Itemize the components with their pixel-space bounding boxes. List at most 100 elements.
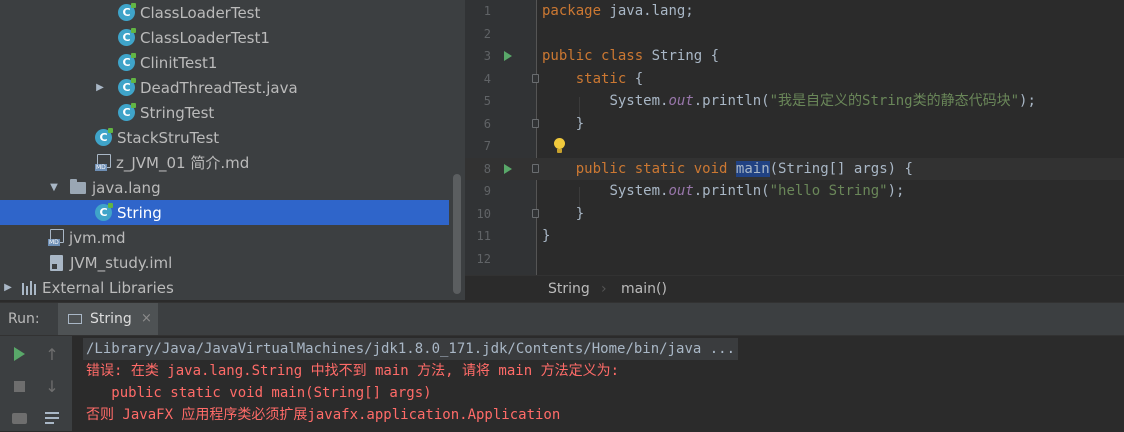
- expand-arrow-icon[interactable]: ▶: [2, 282, 14, 293]
- code-line[interactable]: 1 package java.lang;: [465, 0, 1124, 23]
- line-number: 1: [483, 4, 491, 18]
- console-command-line[interactable]: /Library/Java/JavaVirtualMachines/jdk1.8…: [83, 338, 739, 360]
- line-number: 12: [476, 251, 491, 266]
- console-output[interactable]: /Library/Java/JavaVirtualMachines/jdk1.8…: [72, 336, 1124, 431]
- code-token: );: [887, 183, 905, 199]
- code-line[interactable]: 6 }: [465, 113, 1124, 136]
- console-error-line: 否则 JavaFX 应用程序类必须扩展javafx.application.Ap…: [86, 407, 561, 423]
- ide-window: C ClassLoaderTest C ClassLoaderTest1 C C…: [0, 0, 1124, 431]
- line-number: 10: [476, 206, 491, 221]
- breadcrumb-item-class[interactable]: String: [548, 281, 590, 297]
- tree-item-label: String: [117, 203, 162, 222]
- scroll-up-button[interactable]: ↑: [40, 342, 64, 366]
- java-class-icon: C: [118, 103, 136, 121]
- tree-item-label: ClinitTest1: [140, 53, 218, 72]
- library-icon: [22, 280, 36, 295]
- tree-item-label: jvm.md: [69, 228, 126, 247]
- keyword: public: [575, 160, 627, 177]
- code-token: }: [575, 115, 585, 132]
- code-line[interactable]: 9 System.out.println("hello String");: [465, 180, 1124, 203]
- camera-icon: [11, 412, 27, 424]
- tree-item-stackstrutest[interactable]: C StackStruTest: [0, 125, 449, 150]
- fold-icon[interactable]: [532, 208, 539, 218]
- tree-item-classloadertest1[interactable]: C ClassLoaderTest1: [0, 25, 449, 50]
- line-number: 2: [483, 26, 491, 41]
- soft-wrap-button[interactable]: [40, 406, 64, 430]
- expand-arrow-icon[interactable]: ▶: [94, 82, 106, 93]
- java-class-icon: C: [118, 78, 136, 96]
- run-tab[interactable]: String ×: [58, 303, 158, 335]
- tree-item-label: DeadThreadTest.java: [140, 78, 298, 97]
- code-text: public class String {: [542, 45, 719, 68]
- string-literal: "我是自定义的String类的静态代码块": [769, 93, 1020, 109]
- code-line[interactable]: 3 public class String {: [465, 45, 1124, 68]
- lightbulb-icon[interactable]: [554, 138, 565, 153]
- code-token: .println(: [693, 183, 770, 199]
- tree-item-stringtest[interactable]: C StringTest: [0, 100, 449, 125]
- code-text: }: [542, 203, 584, 226]
- tree-item-z-jvm-01-md[interactable]: MD z_JVM_01 简介.md: [0, 150, 449, 175]
- screenshot-button[interactable]: [7, 406, 31, 430]
- console-error-line: public static void main(String[] args): [86, 385, 432, 401]
- code-token: java.lang;: [601, 3, 694, 19]
- keyword: package: [542, 3, 602, 19]
- field-token: out: [668, 93, 694, 109]
- scroll-down-button[interactable]: ↓: [40, 374, 64, 398]
- code-text: public static void main(String[] args) {: [542, 158, 913, 181]
- code-line[interactable]: 5 System.out.println("我是自定义的String类的静态代码…: [465, 90, 1124, 113]
- java-class-icon: C: [118, 53, 136, 71]
- arrow-up-icon: ↑: [45, 344, 59, 364]
- code-token: String {: [643, 48, 720, 64]
- tree-item-string[interactable]: C String: [0, 200, 449, 225]
- tree-item-deadthreadtest[interactable]: ▶ C DeadThreadTest.java: [0, 75, 449, 100]
- code-line[interactable]: 11 }: [465, 225, 1124, 248]
- soft-wrap-icon: [45, 412, 59, 424]
- java-class-icon: C: [95, 203, 113, 221]
- run-tab-label: String: [90, 311, 132, 327]
- code-text: System.out.println("hello String");: [542, 180, 904, 203]
- code-line[interactable]: 4 static {: [465, 68, 1124, 91]
- code-text: static {: [542, 68, 643, 91]
- fold-icon[interactable]: [532, 118, 539, 128]
- highlighted-identifier: main: [735, 160, 770, 177]
- code-line[interactable]: 12: [465, 248, 1124, 271]
- line-number: 4: [483, 71, 491, 86]
- tree-scrollbar[interactable]: [453, 174, 461, 294]
- code-token: }: [575, 205, 585, 222]
- code-line-current[interactable]: 8 public static void main(String[] args)…: [465, 157, 1124, 181]
- tree-item-label: StringTest: [140, 103, 215, 122]
- code-line[interactable]: 10 }: [465, 203, 1124, 226]
- run-main-icon[interactable]: [504, 163, 512, 174]
- tree-item-java-lang[interactable]: ▼ java.lang: [0, 175, 449, 200]
- code-token: {: [626, 70, 644, 87]
- rerun-button[interactable]: [7, 342, 31, 366]
- stop-button[interactable]: [7, 374, 31, 398]
- tree-item-jvm-md[interactable]: MD jvm.md: [0, 225, 449, 250]
- tree-item-clinittest1[interactable]: C ClinitTest1: [0, 50, 449, 75]
- collapse-arrow-icon[interactable]: ▼: [48, 182, 60, 193]
- console-icon: [68, 314, 82, 324]
- code-line[interactable]: 2: [465, 23, 1124, 46]
- run-panel-header: Run: String ×: [0, 302, 1124, 336]
- play-icon: [13, 347, 25, 361]
- stop-icon: [13, 380, 25, 392]
- console-error-line: 错误: 在类 java.lang.String 中找不到 main 方法, 请将…: [86, 363, 620, 379]
- fold-icon[interactable]: [532, 73, 539, 83]
- tree-item-classloadertest[interactable]: C ClassLoaderTest: [0, 0, 449, 25]
- code-token: (String[] args) {: [769, 160, 913, 177]
- arrow-down-icon: ↓: [45, 376, 59, 396]
- code-line[interactable]: 7: [465, 135, 1124, 158]
- code-text: package java.lang;: [542, 0, 694, 23]
- fold-icon[interactable]: [532, 163, 539, 173]
- line-number: 6: [483, 116, 491, 131]
- field-token: out: [668, 183, 694, 199]
- run-toolbar: ↑ ↓: [0, 336, 72, 431]
- close-tab-icon[interactable]: ×: [141, 311, 152, 326]
- code-editor[interactable]: 1 package java.lang; 2 3 public class St…: [465, 0, 1124, 275]
- tree-item-jvm-study-iml[interactable]: JVM_study.iml: [0, 250, 449, 275]
- tree-item-external-libraries[interactable]: ▶ External Libraries: [0, 275, 449, 300]
- code-token: System.: [609, 93, 669, 109]
- breadcrumb-item-method[interactable]: main(): [621, 281, 667, 297]
- run-class-icon[interactable]: [504, 51, 512, 61]
- tree-item-label: External Libraries: [42, 278, 174, 297]
